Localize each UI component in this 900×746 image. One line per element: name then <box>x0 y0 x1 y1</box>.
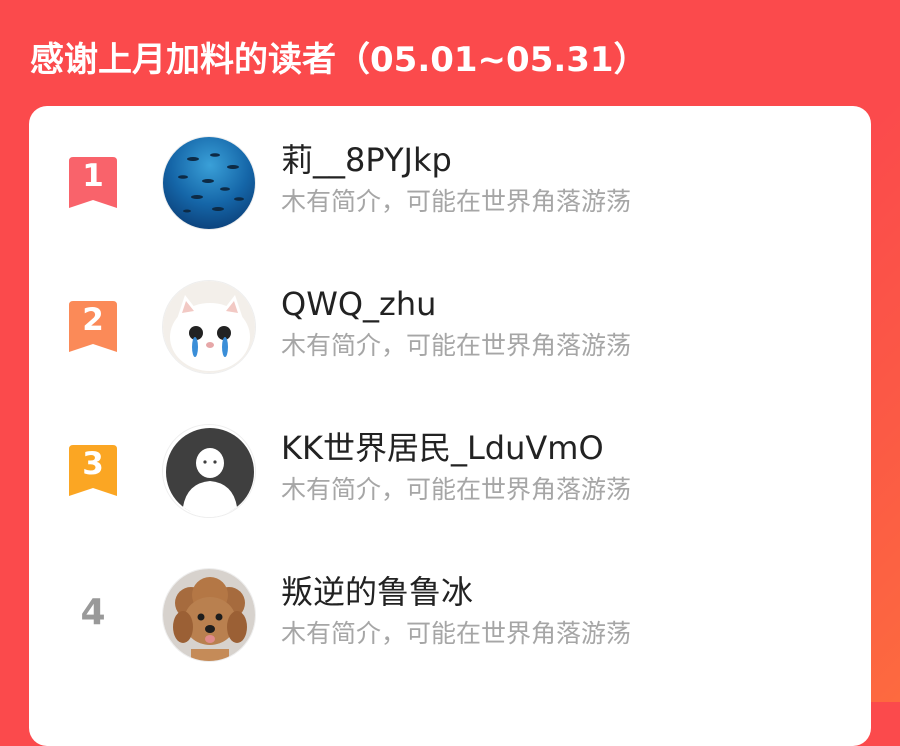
readers-list-card: 1 莉__8PYJkp 木有简介，可能在世界角落游荡 2 QWQ_zhu 木有简… <box>29 106 871 746</box>
rank-number: 1 <box>82 158 104 194</box>
list-item[interactable]: 1 莉__8PYJkp 木有简介，可能在世界角落游荡 <box>29 134 871 244</box>
poodle-dog-avatar[interactable] <box>162 568 256 662</box>
reader-name[interactable]: KK世界居民_LduVmO <box>281 426 604 470</box>
default-person-avatar[interactable] <box>162 424 256 518</box>
reader-name[interactable]: QWQ_zhu <box>281 282 436 326</box>
reader-name[interactable]: 叛逆的鲁鲁冰 <box>281 570 473 614</box>
reader-name[interactable]: 莉__8PYJkp <box>281 138 452 182</box>
list-item[interactable]: 3 KK世界居民_LduVmO 木有简介，可能在世界角落游荡 <box>29 422 871 532</box>
rank-number: 3 <box>82 446 104 482</box>
crying-cat-avatar[interactable] <box>162 280 256 374</box>
page-title: 感谢上月加料的读者（05.01~05.31） <box>30 40 648 80</box>
rank-number: 2 <box>82 302 104 338</box>
reader-intro: 木有简介，可能在世界角落游荡 <box>281 331 632 360</box>
list-item[interactable]: 2 QWQ_zhu 木有简介，可能在世界角落游荡 <box>29 278 871 388</box>
rank-badge-icon: 1 <box>69 157 117 209</box>
rank-number: 4 <box>80 592 106 633</box>
ocean-fish-avatar[interactable] <box>162 136 256 230</box>
reader-intro: 木有简介，可能在世界角落游荡 <box>281 619 632 648</box>
rank-badge-icon: 2 <box>69 301 117 353</box>
reader-intro: 木有简介，可能在世界角落游荡 <box>281 475 632 504</box>
rank-badge-icon: 3 <box>69 445 117 497</box>
list-item[interactable]: 4 叛逆的鲁鲁冰 木有简介，可能在世界角落游荡 <box>29 566 871 676</box>
reader-intro: 木有简介，可能在世界角落游荡 <box>281 187 632 216</box>
